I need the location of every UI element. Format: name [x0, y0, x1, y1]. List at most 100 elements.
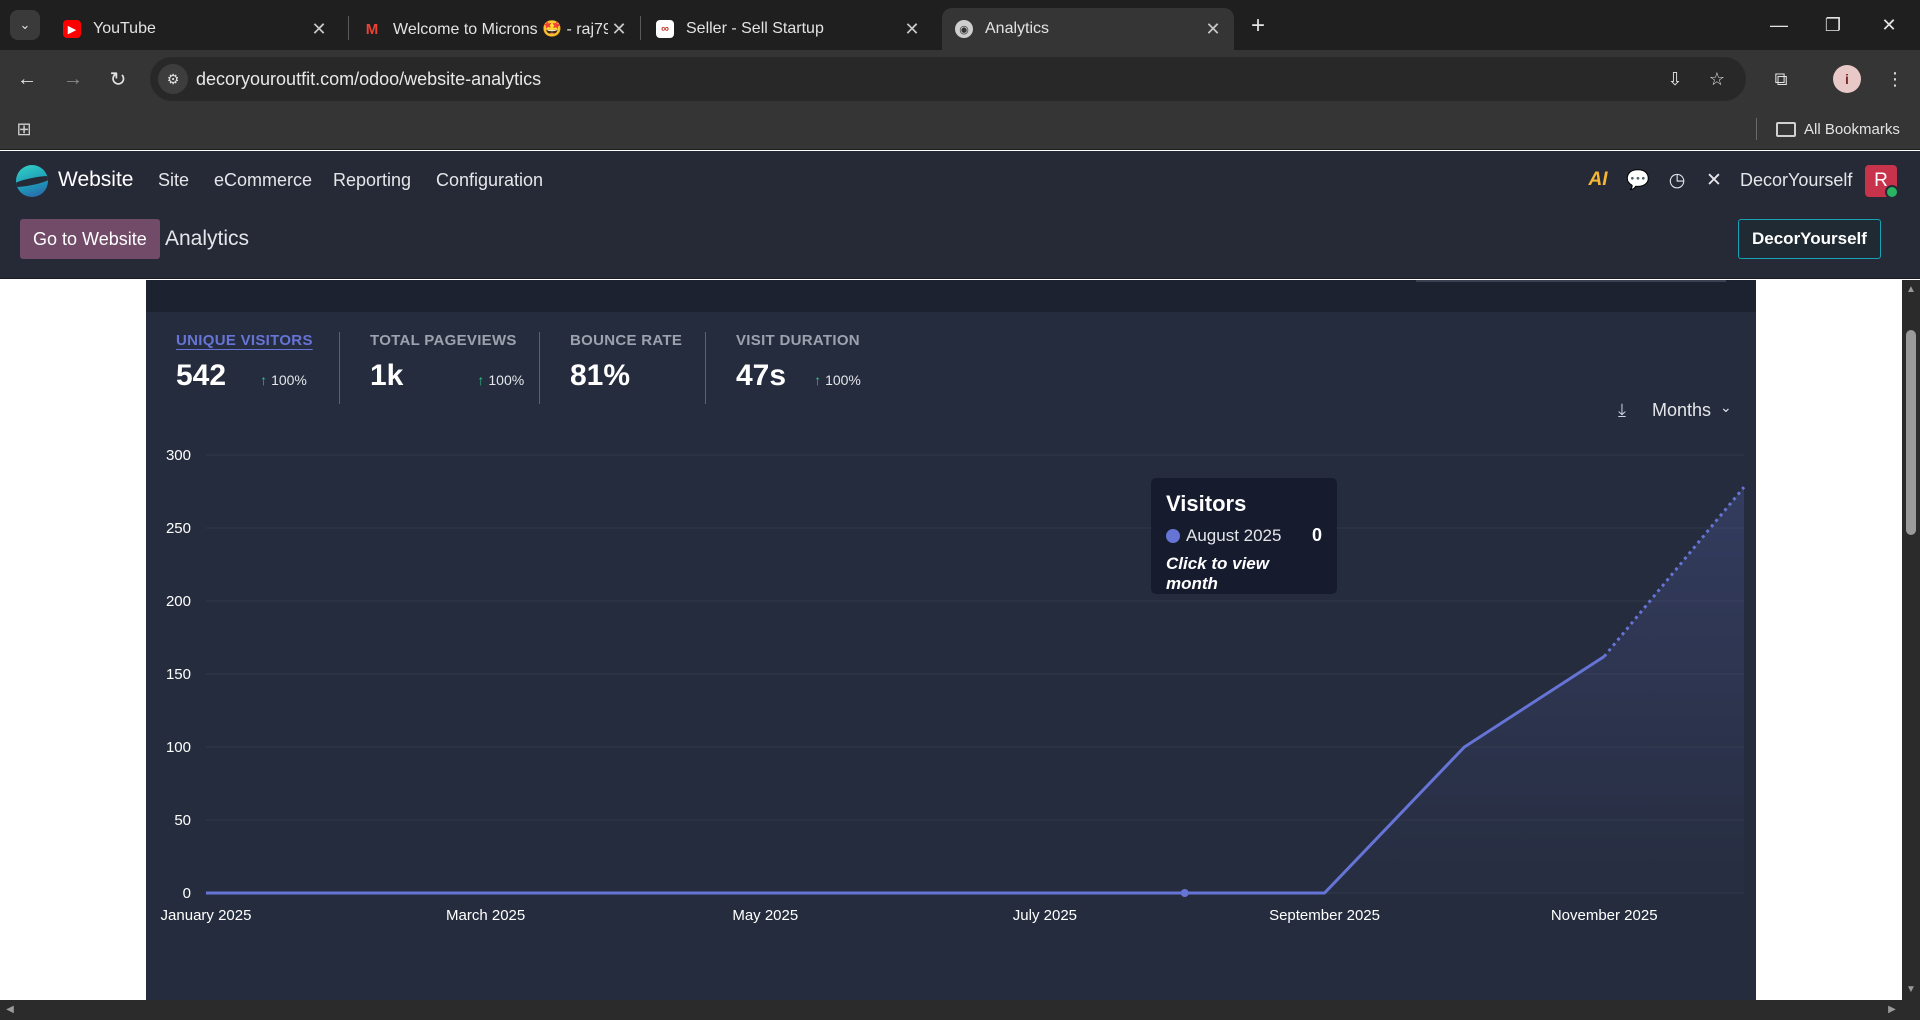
new-tab-button[interactable]: +	[1244, 12, 1272, 40]
tab-title: Analytics	[985, 20, 1050, 37]
folder-icon	[1776, 121, 1796, 137]
scroll-right-icon[interactable]: ▶	[1886, 1004, 1898, 1016]
vertical-scrollbar[interactable]: ▲ ▼	[1902, 280, 1920, 1000]
restore-button[interactable]: ❐	[1810, 8, 1856, 42]
scroll-down-icon[interactable]: ▼	[1905, 984, 1917, 996]
tab-search-button[interactable]: ⌄	[10, 10, 40, 40]
visitors-line-chart[interactable]: 0 50 100 150 200 250 300 January 2025 March 2025…	[146, 420, 1756, 1000]
horizontal-scrollbar[interactable]: ◀ ▶	[0, 1000, 1920, 1020]
site-info-icon[interactable]: ⚙	[158, 64, 188, 94]
chart-tooltip: Visitors August 2025 0 Click to view mon…	[1151, 478, 1337, 594]
close-tab-icon[interactable]: ✕	[1202, 18, 1224, 40]
website-app-icon[interactable]	[16, 165, 48, 197]
tab-title: YouTube	[93, 20, 156, 37]
control-panel: Go to Website Analytics DecorYourself	[0, 209, 1920, 279]
y-tick-label: 200	[166, 593, 191, 610]
tooltip-title: Visitors	[1166, 491, 1247, 516]
more-menu-icon[interactable]: ⋮	[1880, 64, 1910, 94]
go-to-website-button[interactable]: Go to Website	[20, 219, 160, 259]
metric-value: 542	[176, 359, 227, 392]
close-tab-icon[interactable]: ✕	[901, 18, 923, 40]
close-tab-icon[interactable]: ✕	[608, 18, 630, 40]
forward-button[interactable]: →	[58, 64, 88, 94]
company-name[interactable]: DecorYourself	[1740, 170, 1852, 191]
metric-value: 47s	[736, 359, 787, 392]
tooltip-value: 0	[1311, 525, 1322, 545]
y-tick-label: 300	[166, 447, 191, 464]
metric-divider	[705, 332, 706, 404]
minimize-button[interactable]: —	[1756, 8, 1802, 42]
address-bar[interactable]: ⚙ decoryouroutfit.com/odoo/website-analy…	[150, 57, 1746, 101]
url-text[interactable]: decoryouroutfit.com/odoo/website-analyti…	[196, 69, 541, 90]
gmail-icon: M	[363, 20, 381, 38]
scroll-up-icon[interactable]: ▲	[1905, 284, 1917, 296]
extensions-icon[interactable]: ⧉	[1766, 64, 1796, 94]
scrollbar-thumb[interactable]	[1906, 330, 1916, 535]
y-tick-label: 50	[174, 812, 191, 829]
all-bookmarks-button[interactable]: All Bookmarks	[1776, 117, 1900, 141]
install-app-icon[interactable]: ⇩	[1662, 66, 1688, 92]
metric-divider	[339, 332, 340, 404]
ai-icon[interactable]: AI	[1585, 167, 1611, 193]
metric-label: TOTAL PAGEVIEWS	[370, 332, 517, 349]
x-tick-label: May 2025	[732, 907, 798, 924]
bookmark-star-icon[interactable]: ☆	[1704, 66, 1730, 92]
highlighted-data-point	[1180, 889, 1189, 897]
tools-icon[interactable]: ✕	[1701, 167, 1727, 193]
close-tab-icon[interactable]: ✕	[308, 18, 330, 40]
browser-tab-analytics[interactable]: ◉ Analytics ✕	[942, 8, 1234, 50]
header-divider	[1416, 280, 1726, 282]
dashboard-header-strip	[146, 280, 1756, 312]
clock-icon[interactable]: ◷	[1664, 167, 1690, 193]
metric-divider	[539, 332, 540, 404]
x-tick-label: November 2025	[1551, 907, 1658, 924]
period-selector[interactable]: Months	[1652, 400, 1711, 421]
metric-label: VISIT DURATION	[736, 332, 860, 349]
website-switcher-button[interactable]: DecorYourself	[1738, 219, 1881, 259]
profile-avatar[interactable]: i	[1833, 65, 1861, 93]
change-value: 100%	[825, 372, 861, 388]
all-bookmarks-label: All Bookmarks	[1804, 120, 1900, 138]
app-name[interactable]: Website	[58, 168, 133, 192]
metric-value: 1k	[370, 359, 404, 392]
close-window-button[interactable]: ✕	[1866, 8, 1912, 42]
metric-unique-visitors[interactable]: UNIQUE VISITORS 542 ↑ 100%	[176, 332, 313, 393]
download-icon[interactable]: ⤓	[1610, 398, 1634, 422]
bookmarks-bar: ⊞ All Bookmarks	[0, 108, 1920, 150]
metric-bounce-rate[interactable]: BOUNCE RATE 81%	[570, 332, 682, 393]
browser-tab-gmail[interactable]: M Welcome to Microns 🤩 - raj79 ✕	[350, 8, 640, 50]
menu-ecommerce[interactable]: eCommerce	[214, 170, 312, 191]
metric-visit-duration[interactable]: VISIT DURATION 47s ↑ 100%	[736, 332, 861, 393]
browser-tab-seller[interactable]: ∞ Seller - Sell Startup ✕	[643, 8, 933, 50]
browser-tab-strip: ⌄ ▶ YouTube ✕ M Welcome to Microns 🤩 - r…	[0, 0, 1920, 50]
series-color-dot	[1166, 528, 1180, 543]
metric-label: UNIQUE VISITORS	[176, 332, 313, 349]
up-arrow-icon: ↑	[477, 372, 485, 388]
x-tick-label: January 2025	[161, 907, 252, 924]
browser-toolbar: ← → ↻ ⚙ decoryouroutfit.com/odoo/website…	[0, 50, 1920, 108]
metric-total-pageviews[interactable]: TOTAL PAGEVIEWS 1k ↑ 100%	[370, 332, 524, 393]
tab-title: Seller - Sell Startup	[686, 20, 824, 37]
online-status-dot	[1885, 185, 1899, 199]
y-tick-label: 0	[183, 885, 191, 902]
metric-change: ↑ 100%	[477, 372, 524, 388]
menu-reporting[interactable]: Reporting	[333, 170, 411, 191]
apps-grid-icon[interactable]: ⊞	[12, 117, 36, 141]
menu-configuration[interactable]: Configuration	[436, 170, 543, 191]
reload-button[interactable]: ↻	[103, 64, 133, 94]
y-tick-label: 150	[166, 666, 191, 683]
analytics-dashboard: UNIQUE VISITORS 542 ↑ 100% TOTAL PAGEVIEW…	[146, 280, 1756, 1000]
scroll-left-icon[interactable]: ◀	[4, 1004, 16, 1016]
youtube-icon: ▶	[63, 20, 81, 38]
browser-tab-youtube[interactable]: ▶ YouTube ✕	[50, 8, 340, 50]
y-tick-label: 250	[166, 520, 191, 537]
x-tick-label: March 2025	[446, 907, 525, 924]
metric-value: 81%	[570, 359, 631, 392]
x-tick-label: September 2025	[1269, 907, 1380, 924]
chevron-down-icon[interactable]: ⌄	[1720, 399, 1732, 416]
analytics-icon: ◉	[955, 20, 973, 38]
chat-icon[interactable]: 💬	[1625, 167, 1651, 193]
tab-title: Welcome to Microns 🤩 - raj79	[393, 21, 608, 38]
menu-site[interactable]: Site	[158, 170, 189, 191]
back-button[interactable]: ←	[12, 64, 42, 94]
